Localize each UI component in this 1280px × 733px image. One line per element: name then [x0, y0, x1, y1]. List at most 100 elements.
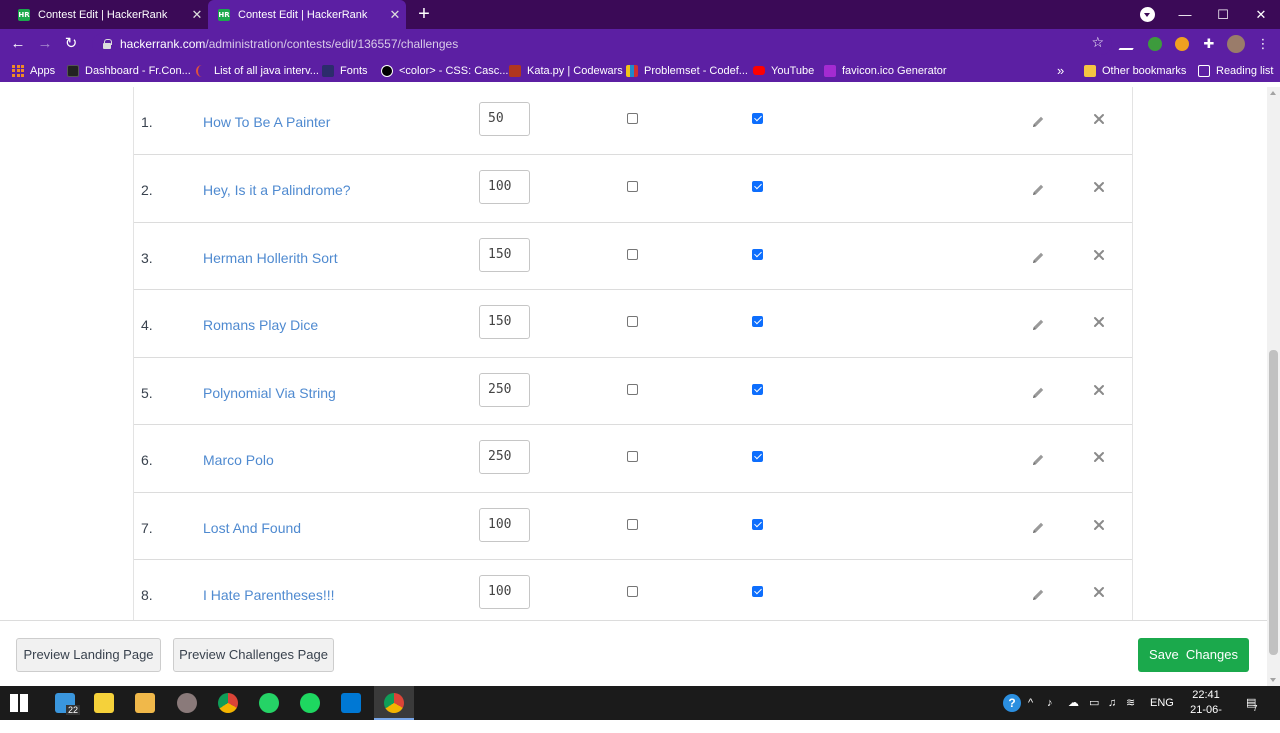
scroll-up-icon[interactable]: [1270, 91, 1276, 95]
challenge-score-input[interactable]: 250: [479, 372, 530, 407]
bookmark-favicon-generator[interactable]: favicon.ico Generator: [824, 59, 947, 82]
bookmark-star-icon[interactable]: ☆: [1091, 34, 1104, 51]
scrollbar-thumb[interactable]: [1269, 350, 1278, 655]
remove-x-icon[interactable]: [1092, 315, 1106, 329]
challenge-option-checkbox-1[interactable]: [627, 113, 638, 124]
challenge-score-input[interactable]: 100: [479, 507, 530, 542]
challenge-name-link[interactable]: Hey, Is it a Palindrome?: [203, 182, 351, 198]
tree-extension-icon[interactable]: [1148, 37, 1162, 51]
bookmark-codeforces[interactable]: Problemset - Codef...: [626, 59, 748, 82]
speaker-icon[interactable]: ♫: [1108, 686, 1116, 720]
spotify-icon[interactable]: [300, 693, 320, 713]
bookmark-dashboard[interactable]: Dashboard - Fr.Con...: [67, 59, 191, 82]
challenge-name-link[interactable]: Herman Hollerith Sort: [203, 250, 338, 266]
pen-extension-icon[interactable]: [1118, 38, 1140, 50]
challenge-option-checkbox-2[interactable]: [752, 248, 763, 260]
bookmark-mdn-color[interactable]: <color> - CSS: Casc...: [381, 59, 508, 82]
remove-x-icon[interactable]: [1092, 248, 1106, 262]
bookmark-codewars[interactable]: Kata.py | Codewars: [509, 59, 623, 82]
vscode-icon[interactable]: [341, 693, 361, 713]
chrome-active-window[interactable]: [374, 686, 414, 720]
challenge-score-input[interactable]: 150: [479, 237, 530, 272]
tray-volume-icon[interactable]: ♪: [1047, 686, 1053, 720]
remove-x-icon[interactable]: [1092, 383, 1106, 397]
file-explorer-icon[interactable]: [135, 693, 155, 713]
forward-icon[interactable]: →: [34, 33, 56, 55]
edit-pencil-icon[interactable]: [1030, 452, 1046, 468]
bookmark-fonts[interactable]: Fonts: [322, 59, 368, 82]
challenge-option-checkbox-1[interactable]: [627, 316, 638, 327]
challenge-option-checkbox-2[interactable]: [752, 586, 763, 597]
whatsapp-icon[interactable]: [259, 693, 279, 713]
edit-pencil-icon[interactable]: [1030, 250, 1046, 266]
challenge-name-link[interactable]: I Hate Parentheses!!!: [203, 587, 335, 603]
challenge-option-checkbox-1[interactable]: [627, 248, 638, 260]
bookmark-apps[interactable]: Apps: [12, 59, 55, 82]
close-tab-icon[interactable]: ✕: [186, 7, 208, 23]
preview-landing-page-button[interactable]: Preview Landing Page: [16, 638, 161, 672]
battery-icon[interactable]: ▭: [1089, 686, 1099, 720]
bookmark-java-interview[interactable]: List of all java interv...: [196, 59, 319, 82]
challenge-option-checkbox-1[interactable]: [627, 383, 638, 395]
maximize-icon[interactable]: ☐: [1204, 0, 1242, 29]
language-indicator[interactable]: ENG: [1150, 686, 1174, 720]
challenge-score-input[interactable]: 50: [479, 102, 530, 136]
challenge-option-checkbox-2[interactable]: [752, 113, 763, 124]
profile-avatar[interactable]: [1227, 35, 1245, 53]
other-bookmarks[interactable]: Other bookmarks: [1084, 59, 1186, 82]
bookmark-youtube[interactable]: YouTube: [753, 59, 814, 82]
challenge-option-checkbox-1[interactable]: [627, 181, 638, 192]
lock-icon[interactable]: [102, 39, 112, 49]
edit-pencil-icon[interactable]: [1030, 182, 1046, 198]
challenge-name-link[interactable]: How To Be A Painter: [203, 114, 330, 130]
window-close-icon[interactable]: ✕: [1242, 0, 1280, 29]
remove-x-icon[interactable]: [1092, 180, 1106, 194]
url-input[interactable]: hackerrank.com/administration/contests/e…: [92, 33, 1112, 55]
challenge-option-checkbox-2[interactable]: [752, 518, 763, 530]
extensions-puzzle-icon[interactable]: ✚: [1202, 37, 1216, 51]
challenge-option-checkbox-2[interactable]: [752, 181, 763, 192]
snip-tool-icon[interactable]: [177, 693, 197, 713]
edit-pencil-icon[interactable]: [1030, 385, 1046, 401]
challenge-option-checkbox-1[interactable]: [627, 586, 638, 597]
challenge-option-checkbox-1[interactable]: [627, 451, 638, 462]
challenge-option-checkbox-2[interactable]: [752, 383, 763, 395]
reading-list[interactable]: Reading list: [1198, 59, 1273, 82]
browser-tab-active[interactable]: HR Contest Edit | HackerRank ✕: [208, 0, 406, 29]
challenge-score-input[interactable]: 100: [479, 170, 530, 204]
close-tab-icon[interactable]: ✕: [384, 7, 406, 23]
save-changes-button[interactable]: Save Changes: [1138, 638, 1249, 672]
remove-x-icon[interactable]: [1092, 112, 1106, 126]
help-icon[interactable]: ?: [1003, 694, 1021, 712]
browser-menu-icon[interactable]: ⋮: [1256, 37, 1270, 51]
reload-icon[interactable]: ↻: [60, 33, 82, 55]
browser-tab[interactable]: HR Contest Edit | HackerRank ✕: [8, 0, 208, 29]
edit-pencil-icon[interactable]: [1030, 520, 1046, 536]
edit-pencil-icon[interactable]: [1030, 114, 1046, 130]
notification-center-icon[interactable]: ▤: [1246, 686, 1256, 720]
challenge-option-checkbox-2[interactable]: [752, 316, 763, 327]
new-tab-icon[interactable]: +: [414, 2, 434, 26]
challenge-option-checkbox-1[interactable]: [627, 518, 638, 530]
challenge-score-input[interactable]: 100: [479, 575, 530, 609]
challenge-option-checkbox-2[interactable]: [752, 451, 763, 462]
wifi-icon[interactable]: ≋: [1126, 686, 1135, 720]
scroll-down-icon[interactable]: [1270, 678, 1276, 682]
tray-expand-icon[interactable]: ^: [1028, 686, 1033, 720]
remove-x-icon[interactable]: [1092, 585, 1106, 599]
challenge-score-input[interactable]: 150: [479, 305, 530, 339]
onedrive-icon[interactable]: ☁: [1068, 686, 1079, 720]
challenge-name-link[interactable]: Lost And Found: [203, 520, 301, 536]
challenge-name-link[interactable]: Polynomial Via String: [203, 385, 336, 401]
challenge-name-link[interactable]: Romans Play Dice: [203, 317, 318, 333]
windows-start-icon[interactable]: [10, 694, 28, 712]
challenge-name-link[interactable]: Marco Polo: [203, 452, 274, 468]
back-icon[interactable]: ←: [7, 33, 29, 55]
sticky-notes-icon[interactable]: [94, 693, 114, 713]
tab-search-icon[interactable]: [1140, 7, 1155, 22]
remove-x-icon[interactable]: [1092, 450, 1106, 464]
minimize-icon[interactable]: —: [1166, 0, 1204, 29]
edit-pencil-icon[interactable]: [1030, 587, 1046, 603]
chrome-icon[interactable]: [218, 693, 238, 713]
page-scrollbar[interactable]: [1267, 87, 1280, 686]
